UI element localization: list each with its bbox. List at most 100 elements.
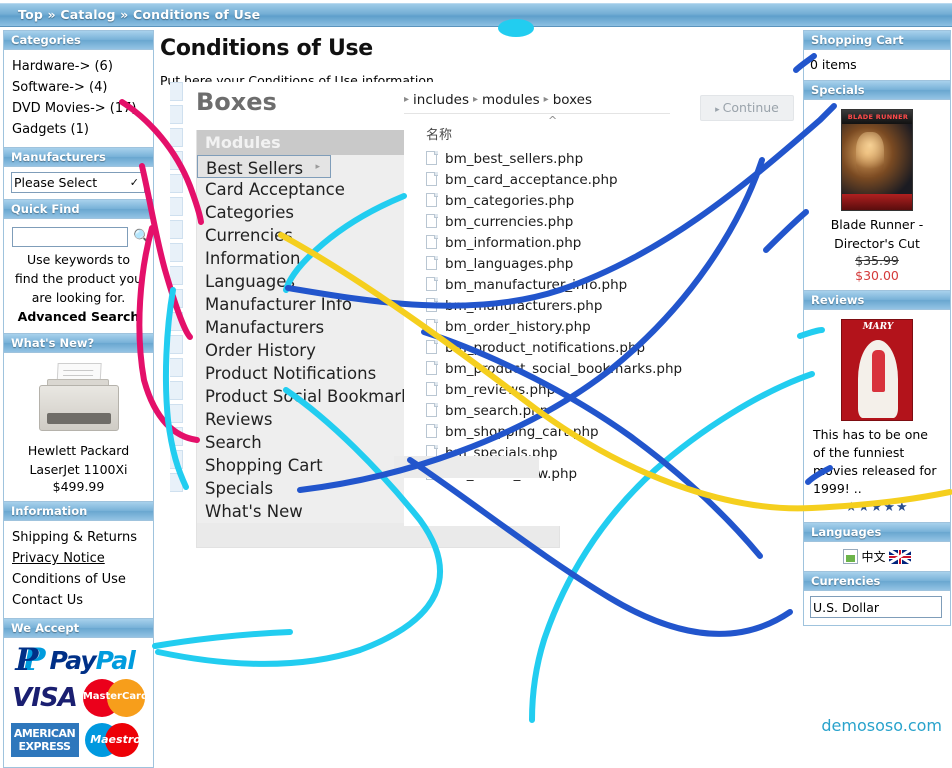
rail-tick: [170, 473, 183, 492]
rail-tick: [170, 381, 183, 400]
file-icon: [426, 235, 438, 250]
chevron-right-icon: ▸: [543, 94, 549, 105]
search-input[interactable]: [12, 227, 128, 247]
file-row[interactable]: bm_information.php: [426, 232, 670, 253]
chevron-right-icon: ▸: [472, 94, 479, 105]
review-text[interactable]: This has to be one of the funniest movie…: [812, 424, 942, 498]
manufacturers-select-wrap[interactable]: Please Select ✓: [11, 172, 145, 193]
shopping-cart-box-title: Shopping Cart: [804, 31, 950, 50]
review-rating-stars: ★★★★★: [845, 500, 909, 515]
file-row[interactable]: bm_currencies.php: [426, 211, 670, 232]
whats-new-box-title: What's New?: [4, 334, 153, 353]
file-row[interactable]: bm_order_history.php: [426, 316, 670, 337]
specials-new-price: $30.00: [855, 268, 899, 283]
currency-select[interactable]: U.S. Dollar: [810, 596, 942, 618]
language-link-chinese[interactable]: 中文: [861, 548, 885, 565]
english-flag-icon[interactable]: [888, 549, 911, 564]
chevron-right-icon: ▸: [404, 94, 410, 105]
explorer-crumb-boxes[interactable]: boxes: [553, 92, 592, 108]
category-link-gadgets[interactable]: Gadgets (1): [12, 119, 145, 140]
quick-find-help-text: Use keywords to find the product you are…: [14, 252, 143, 305]
review-cover-figure: [872, 350, 885, 392]
rail-tick: [170, 266, 183, 285]
file-row[interactable]: bm_card_acceptance.php: [426, 169, 670, 190]
file-row[interactable]: bm_product_notifications.php: [426, 337, 670, 358]
specials-product-name-line2[interactable]: Director's Cut: [812, 234, 942, 253]
file-name: bm_product_notifications.php: [445, 339, 646, 356]
file-name: bm_card_acceptance.php: [445, 171, 618, 188]
whats-new-product-name-line2[interactable]: LaserJet 1100Xi: [12, 460, 145, 479]
module-label: What's New: [205, 502, 303, 521]
info-link-shipping-returns[interactable]: Shipping & Returns: [12, 527, 145, 548]
continue-button[interactable]: ▸ Continue: [700, 95, 794, 121]
right-sidebar: Shopping Cart 0 items Specials BLADE RUN…: [803, 30, 951, 626]
info-link-conditions-of-use[interactable]: Conditions of Use: [12, 569, 145, 590]
specials-old-price: $35.99: [855, 253, 899, 268]
file-name: bm_best_sellers.php: [445, 150, 584, 167]
chevron-right-icon[interactable]: ▸: [315, 156, 320, 179]
category-link-software[interactable]: Software-> (4): [12, 77, 145, 98]
module-label: Specials: [205, 479, 274, 498]
module-label: Manufacturers: [205, 318, 325, 337]
file-name: bm_shopping_cart.php: [445, 423, 599, 440]
reviews-box-body: MARY This has to be one of the funniest …: [804, 310, 950, 522]
info-link-contact-us[interactable]: Contact Us: [12, 590, 145, 611]
file-row[interactable]: bm_manufacturers.php: [426, 295, 670, 316]
dvd-cover-title: BLADE RUNNER: [847, 113, 909, 121]
file-row[interactable]: bm_search.php: [426, 400, 670, 421]
module-row-best-sellers[interactable]: Best Sellers ▸: [197, 155, 331, 178]
module-label: Currencies: [205, 226, 293, 245]
file-icon: [426, 340, 438, 355]
explorer-crumb-includes[interactable]: includes: [413, 92, 469, 108]
rail-tick: [170, 128, 183, 147]
magnifier-icon[interactable]: 🔍: [133, 229, 150, 245]
specials-product-image[interactable]: BLADE RUNNER: [841, 109, 913, 211]
printer-product-image[interactable]: [35, 363, 123, 437]
explorer-column-header-name[interactable]: 名称: [426, 124, 452, 143]
file-row[interactable]: bm_best_sellers.php: [426, 148, 670, 169]
visa-mastercard-row: VISA MasterCard: [8, 677, 149, 719]
file-name: bm_manufacturers.php: [445, 297, 603, 314]
file-row[interactable]: bm_shopping_cart.php: [426, 421, 670, 442]
page-title: Conditions of Use: [160, 36, 373, 61]
category-link-dvd-movies[interactable]: DVD Movies-> (17): [12, 98, 145, 119]
amex-line2: EXPRESS: [18, 740, 71, 753]
review-product-image[interactable]: MARY: [841, 319, 913, 421]
file-row[interactable]: bm_manufacturer_info.php: [426, 274, 670, 295]
file-row[interactable]: bm_categories.php: [426, 190, 670, 211]
paypal-mark-icon: PP: [15, 641, 46, 678]
whats-new-box: What's New? Hewlett Packard LaserJet 110…: [3, 334, 154, 502]
file-row[interactable]: bm_languages.php: [426, 253, 670, 274]
file-row[interactable]: bm_reviews.php: [426, 379, 670, 400]
shopping-cart-box: Shopping Cart 0 items: [803, 30, 951, 81]
info-link-privacy-notice[interactable]: Privacy Notice: [12, 548, 145, 569]
sort-ascending-icon[interactable]: ^: [548, 114, 557, 127]
rail-tick: [170, 450, 183, 469]
file-icon: [426, 277, 438, 292]
explorer-crumb-modules[interactable]: modules: [482, 92, 540, 108]
file-icon: [426, 382, 438, 397]
specials-product-name-line1[interactable]: Blade Runner -: [812, 215, 942, 234]
module-label: Reviews: [205, 410, 273, 429]
rail-tick: [170, 243, 183, 262]
whats-new-product-name-line1[interactable]: Hewlett Packard: [12, 441, 145, 460]
file-name: bm_product_social_bookmarks.php: [445, 360, 683, 377]
review-cover-title: MARY: [862, 322, 894, 332]
rail-tick: [170, 82, 183, 101]
file-icon: [426, 256, 438, 271]
file-icon: [426, 298, 438, 313]
file-row[interactable]: bm_product_social_bookmarks.php: [426, 358, 682, 379]
module-label: Product Social Bookmarks: [205, 387, 420, 406]
manufacturers-select[interactable]: Please Select: [11, 172, 145, 193]
breadcrumb[interactable]: Top » Catalog » Conditions of Use: [18, 7, 260, 22]
module-label: Shopping Cart: [205, 456, 323, 475]
file-explorer: ▸ includes ▸ modules ▸ boxes ^ 名称 bm_bes…: [394, 86, 682, 526]
chinese-flag-icon[interactable]: [843, 549, 859, 564]
we-accept-box: We Accept PP PayPal VISA MasterCard AMER…: [3, 619, 154, 768]
advanced-search-link[interactable]: Advanced Search: [12, 307, 145, 326]
amex-line1: AMERICAN: [13, 727, 76, 740]
continue-button-label: Continue: [722, 100, 779, 115]
module-label: Order History: [205, 341, 316, 360]
main-content: Conditions of Use Put here your Conditio…: [160, 36, 800, 88]
category-link-hardware[interactable]: Hardware-> (6): [12, 56, 145, 77]
